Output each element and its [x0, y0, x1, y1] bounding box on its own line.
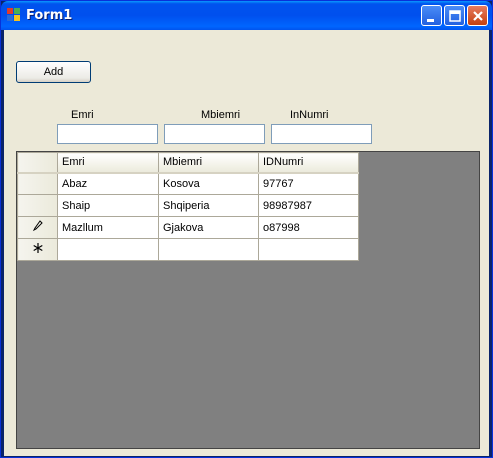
table-row[interactable]: Abaz Kosova 97767	[17, 172, 359, 195]
new-row-asterisk-icon	[32, 243, 43, 253]
add-button[interactable]: Add	[16, 61, 91, 83]
minimize-button[interactable]	[421, 5, 442, 26]
cell-idnumri[interactable]: 98987987	[258, 194, 359, 217]
cell-emri[interactable]	[57, 238, 159, 261]
mbiemri-input[interactable]	[164, 124, 265, 144]
data-grid-view[interactable]: Emri Mbiemri IDNumri Abaz Kosova 97767 S	[16, 151, 480, 449]
row-header[interactable]	[17, 216, 58, 239]
row-header[interactable]	[17, 238, 58, 261]
column-header-idnumri[interactable]: IDNumri	[258, 152, 359, 174]
maximize-button[interactable]	[444, 5, 465, 26]
form-client-area: Add Emri Mbiemri InNumri Emri Mbiemri ID…	[4, 30, 489, 456]
app-icon	[7, 8, 20, 21]
cell-mbiemri[interactable]: Kosova	[158, 172, 259, 195]
title-bar[interactable]: Form1	[1, 1, 492, 30]
innumri-input[interactable]	[271, 124, 372, 144]
top-left-header-cell[interactable]	[17, 152, 58, 174]
cell-idnumri[interactable]: 97767	[258, 172, 359, 195]
minimize-icon	[427, 19, 434, 22]
emri-label: Emri	[71, 109, 94, 121]
row-header[interactable]	[17, 172, 58, 195]
grid-header-row: Emri Mbiemri IDNumri	[17, 152, 359, 174]
cell-mbiemri[interactable]: Gjakova	[158, 216, 259, 239]
row-header[interactable]	[17, 194, 58, 217]
maximize-icon	[449, 10, 461, 22]
cell-mbiemri[interactable]: Shqiperia	[158, 194, 259, 217]
column-header-emri[interactable]: Emri	[57, 152, 159, 174]
cell-mbiemri[interactable]	[158, 238, 259, 261]
cell-emri[interactable]: Abaz	[57, 172, 159, 195]
table-row[interactable]: Shaip Shqiperia 98987987	[17, 194, 359, 217]
column-header-mbiemri[interactable]: Mbiemri	[158, 152, 259, 174]
mbiemri-label: Mbiemri	[201, 109, 241, 121]
cell-idnumri[interactable]: o87998	[258, 216, 359, 239]
data-grid-table: Emri Mbiemri IDNumri Abaz Kosova 97767 S	[17, 152, 359, 261]
cell-emri[interactable]: Shaip	[57, 194, 159, 217]
new-row[interactable]	[17, 238, 359, 261]
window-title: Form1	[26, 8, 73, 23]
table-row[interactable]: Mazllum Gjakova o87998	[17, 216, 359, 239]
pencil-icon	[32, 220, 43, 232]
innumri-label: InNumri	[290, 109, 329, 121]
close-icon	[473, 11, 483, 21]
cell-emri[interactable]: Mazllum	[57, 216, 159, 239]
emri-input[interactable]	[57, 124, 158, 144]
form1-window: Form1 Add Emri Mbiemri InNumri Emri Mbie…	[0, 0, 493, 458]
close-button[interactable]	[467, 5, 488, 26]
cell-idnumri[interactable]	[258, 238, 359, 261]
